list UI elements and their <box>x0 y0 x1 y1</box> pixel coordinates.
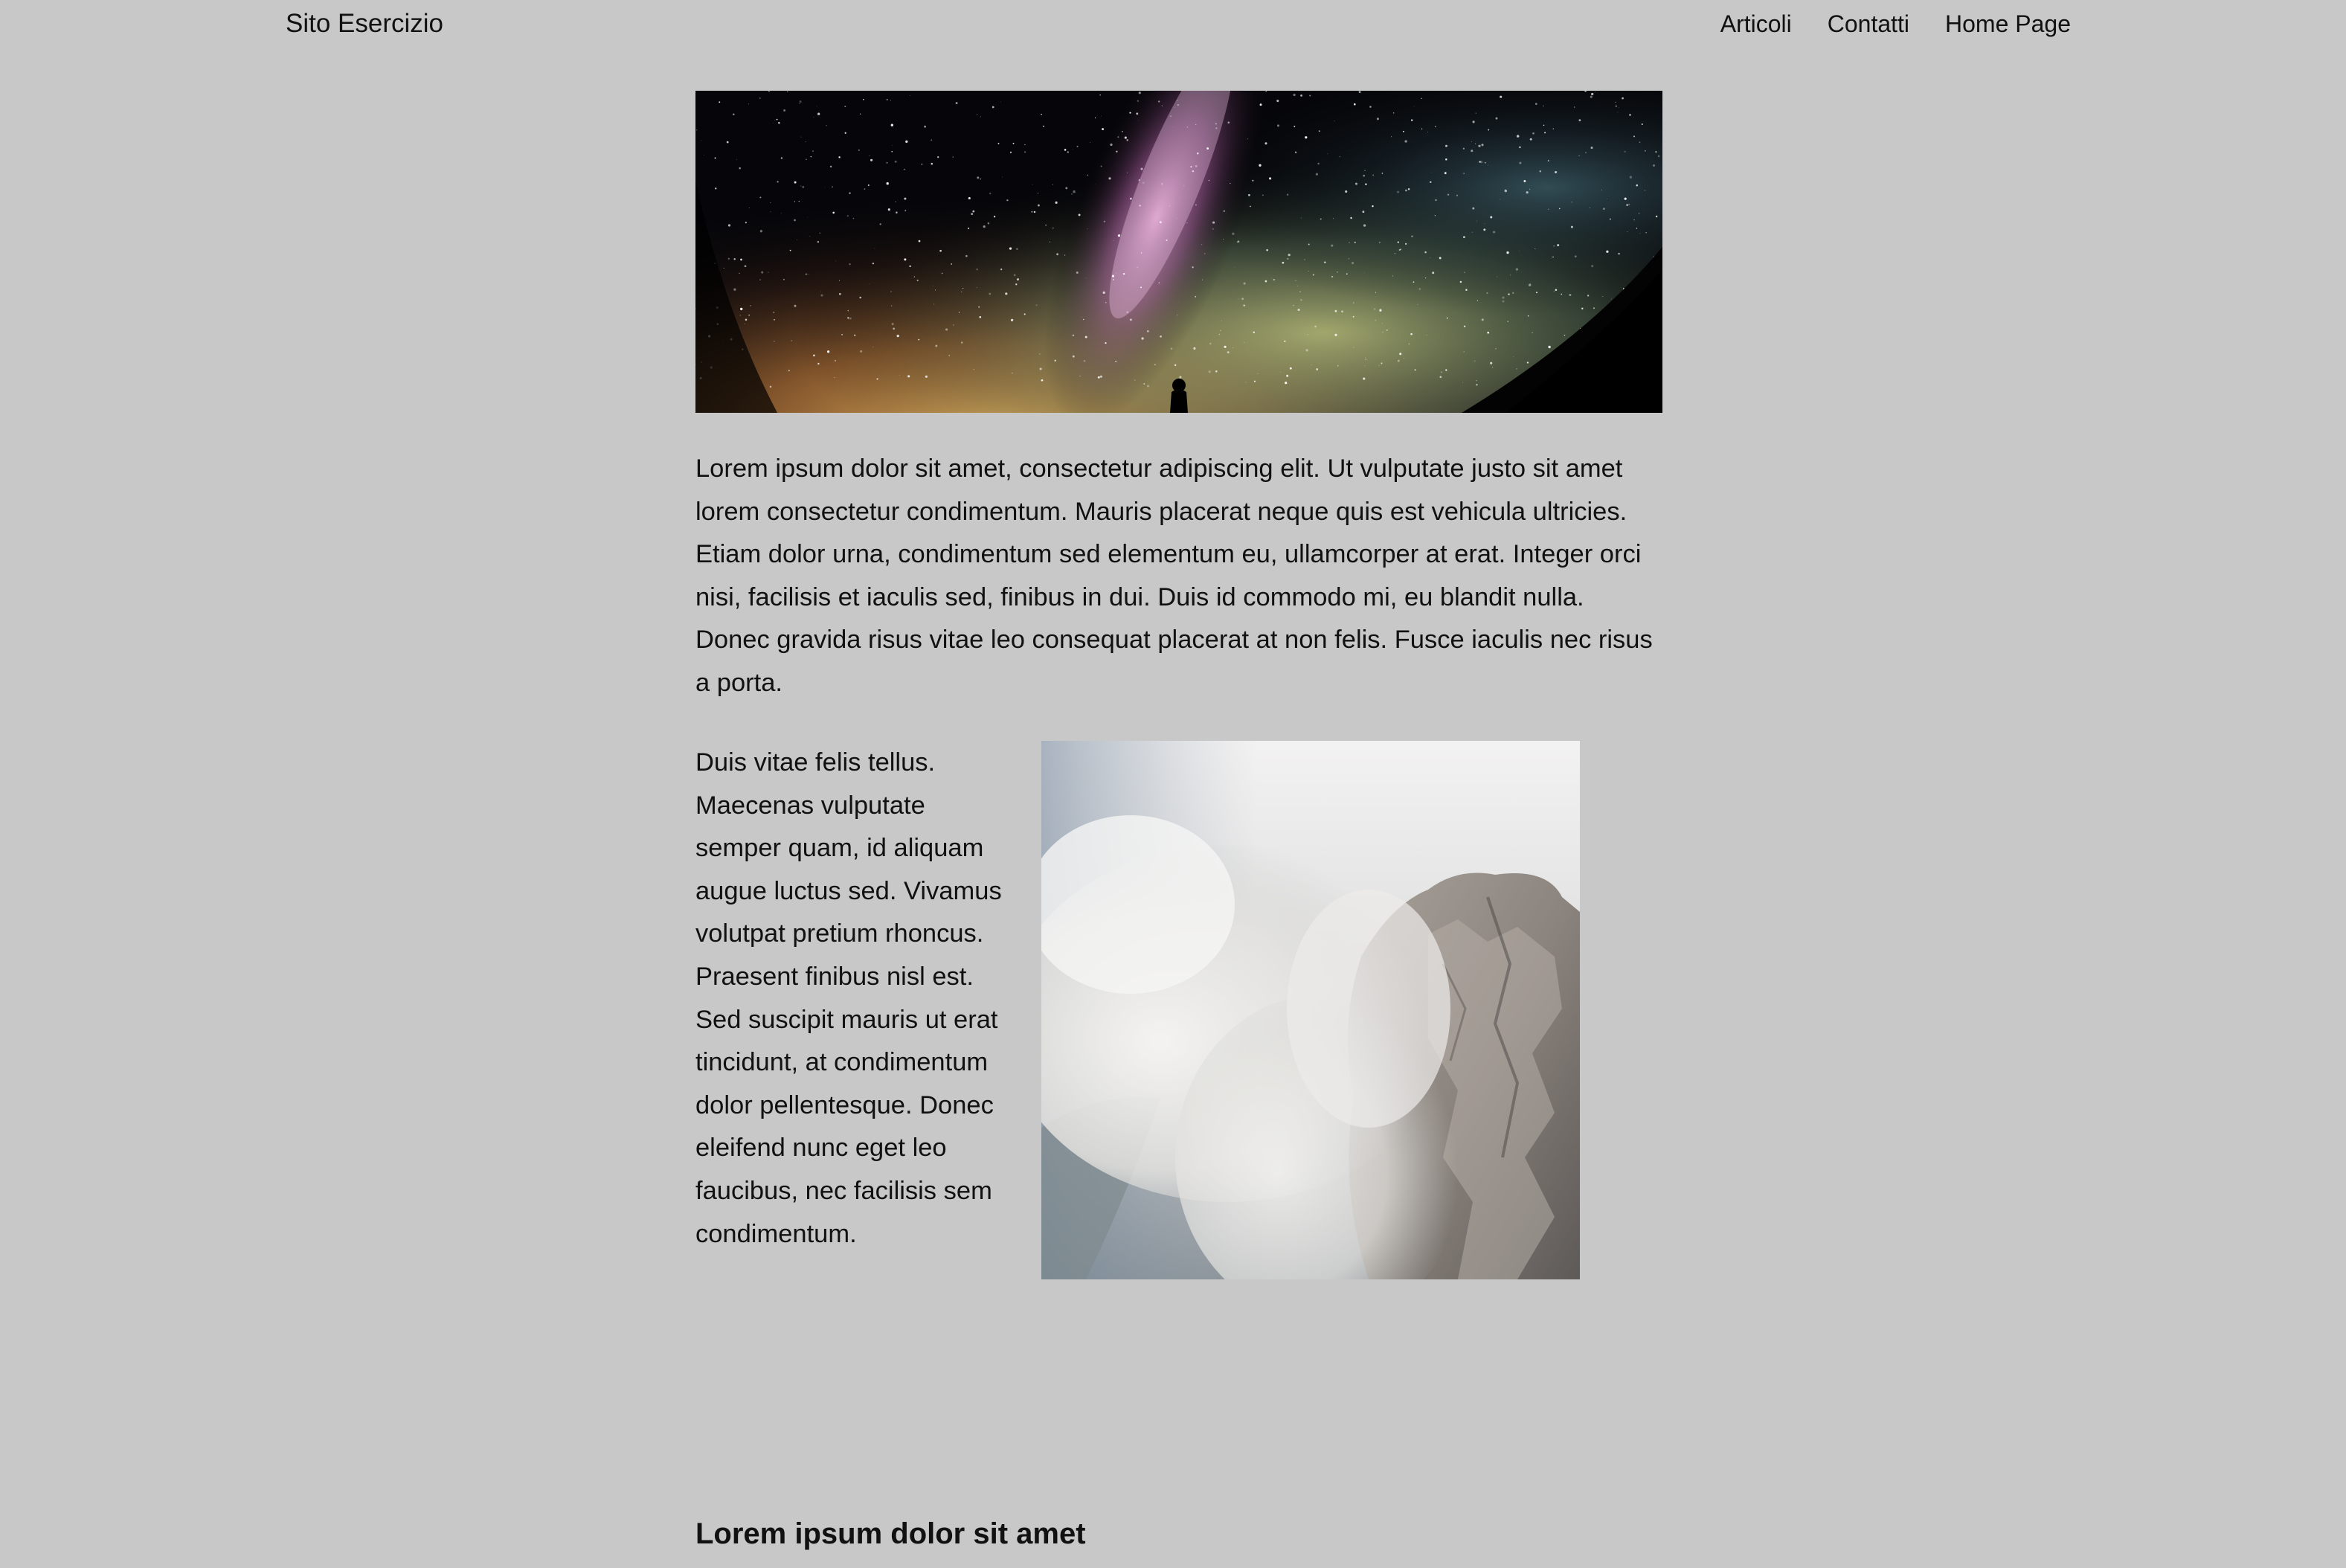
site-title[interactable]: Sito Esercizio <box>286 6 443 42</box>
mountain-illustration <box>1041 741 1580 1279</box>
hero-night-sky-image <box>695 91 1662 413</box>
main-nav: Articoli Contatti Home Page <box>1720 6 2071 42</box>
mountain-clouds-image <box>1041 741 1580 1279</box>
side-paragraph: Duis vitae felis tellus. Maecenas vulput… <box>695 748 1002 1248</box>
site-header: Sito Esercizio Articoli Contatti Home Pa… <box>0 0 2346 52</box>
intro-paragraph: Lorem ipsum dolor sit amet, consectetur … <box>695 454 1653 697</box>
nav-link-articoli[interactable]: Articoli <box>1720 6 1792 42</box>
night-sky-illustration <box>695 91 1662 413</box>
nav-link-home-page[interactable]: Home Page <box>1945 6 2071 42</box>
section-heading: Lorem ipsum dolor sit amet <box>695 1517 1086 1550</box>
nav-link-contatti[interactable]: Contatti <box>1828 6 1909 42</box>
